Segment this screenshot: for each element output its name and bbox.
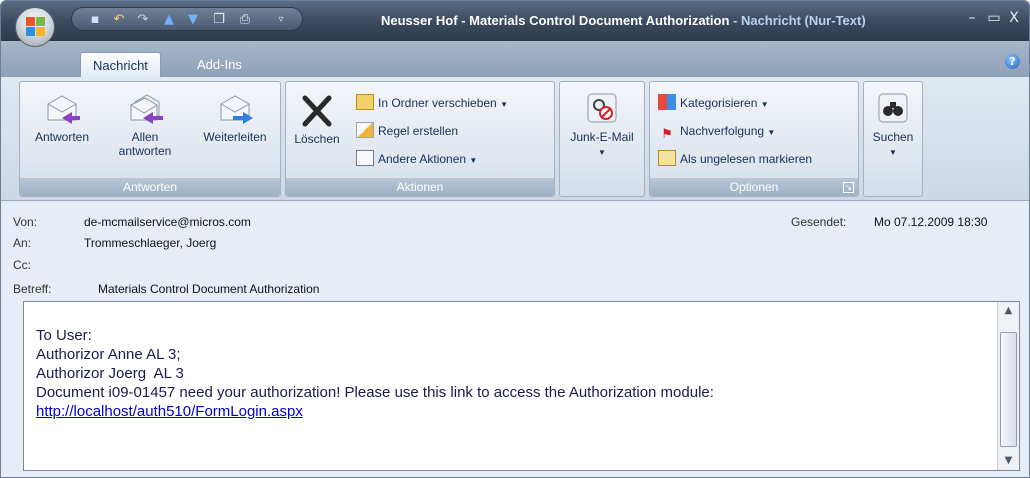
from-value[interactable]: de-mcmailservice@micros.com — [84, 215, 251, 229]
ribbon-tabs: Nachricht Add-Ins ? — [1, 41, 1029, 77]
junk-email-icon — [587, 93, 617, 123]
from-label: Von: — [13, 215, 38, 229]
minimize-button[interactable]: – — [962, 9, 982, 27]
chevron-down-icon: ▼ — [469, 156, 478, 165]
title-bar: ▪ ↶ ↷ ▲ ▼ ❐ ⎙ ▿ Neusser Hof - Materials … — [1, 1, 1029, 41]
vertical-scrollbar[interactable]: ▲ ▼ — [997, 302, 1019, 470]
chevron-down-icon: ▼ — [500, 100, 508, 109]
categorize-icon — [658, 94, 676, 110]
find-label: Suchen — [872, 130, 914, 144]
redo-icon[interactable]: ↷ — [134, 11, 152, 29]
customize-qat-icon[interactable]: ▿ — [272, 11, 290, 29]
junk-email-button[interactable]: Junk-E-Mail ▼ — [562, 92, 642, 160]
reply-all-label-1: Allen — [131, 130, 159, 144]
forward-button[interactable]: Weiterleiten — [192, 92, 278, 144]
next-item-icon[interactable]: ▼ — [184, 11, 202, 29]
create-rule-label: Regel erstellen — [378, 124, 459, 138]
group-optionen: Kategorisieren ▼ ⚑ Nachverfolgung ▼ Als u… — [649, 81, 859, 197]
chevron-down-icon: ▼ — [767, 128, 776, 137]
create-rule-button[interactable]: Regel erstellen — [356, 122, 458, 140]
move-to-folder-label: In Ordner verschieben — [378, 96, 497, 110]
junk-email-label: Junk-E-Mail — [570, 130, 634, 144]
maximize-button[interactable]: ▭ — [984, 9, 1004, 27]
scroll-thumb[interactable] — [1000, 332, 1017, 447]
categorize-button[interactable]: Kategorisieren ▼ — [658, 94, 769, 114]
from-row: Von: de-mcmailservice@micros.com Gesende… — [13, 215, 1023, 233]
body-line-4: Document i09-01457 need your authorizati… — [36, 384, 714, 401]
forward-label: Weiterleiten — [203, 130, 267, 144]
copy-icon[interactable]: ❐ — [210, 11, 228, 29]
close-button[interactable]: X — [1004, 9, 1024, 27]
message-body[interactable]: To User: Authorizor Anne AL 3; Authorizo… — [23, 301, 1020, 471]
reply-button[interactable]: Antworten — [24, 92, 100, 144]
categorize-label: Kategorisieren — [680, 96, 758, 110]
title-mode: Nachricht (Nur-Text) — [740, 13, 866, 28]
chevron-down-icon: ▼ — [760, 100, 769, 109]
other-actions-icon — [356, 150, 374, 166]
title-separator: - — [729, 13, 741, 28]
group-antworten-label: Antworten — [20, 178, 280, 196]
sent-label: Gesendet: — [791, 215, 847, 229]
sent-value: Mo 07.12.2009 18:30 — [874, 215, 988, 229]
message-text: To User: Authorizor Anne AL 3; Authorizo… — [36, 326, 714, 421]
message-header: Von: de-mcmailservice@micros.com Gesende… — [13, 205, 1023, 299]
delete-icon — [302, 95, 332, 127]
flag-icon: ⚑ — [661, 126, 673, 141]
save-icon[interactable]: ▪ — [86, 11, 104, 29]
group-suchen: Suchen ▼ — [863, 81, 923, 197]
follow-up-button[interactable]: ⚑ Nachverfolgung ▼ — [658, 122, 775, 142]
reply-all-label-2: antworten — [118, 144, 172, 158]
undo-icon[interactable]: ↶ — [110, 11, 128, 29]
window-title: Neusser Hof - Materials Control Document… — [381, 13, 866, 28]
rule-icon — [356, 122, 374, 138]
delete-label: Löschen — [294, 132, 340, 146]
office-button[interactable] — [15, 7, 55, 47]
move-folder-icon — [356, 94, 374, 110]
body-line-3: Authorizor Joerg AL 3 — [36, 365, 184, 382]
to-value[interactable]: Trommeschlaeger, Joerg — [84, 236, 216, 250]
title-subject: Neusser Hof - Materials Control Document… — [381, 13, 730, 28]
scroll-down-icon[interactable]: ▼ — [998, 454, 1019, 468]
group-junk: Junk-E-Mail ▼ — [559, 81, 645, 197]
subject-value: Materials Control Document Authorization — [98, 282, 320, 296]
reply-icon — [47, 95, 80, 124]
mark-unread-label: Als ungelesen markieren — [680, 152, 813, 166]
to-label: An: — [13, 236, 32, 250]
mark-unread-icon — [658, 150, 676, 166]
authorization-link[interactable]: http://localhost/auth510/FormLogin.aspx — [36, 403, 303, 420]
dialog-launcher-icon[interactable]: ↘ — [843, 182, 854, 193]
office-logo-icon — [26, 17, 46, 37]
subject-label: Betreff: — [13, 282, 52, 296]
forward-icon — [220, 95, 253, 124]
chevron-down-icon: ▼ — [598, 148, 606, 157]
find-button[interactable]: Suchen ▼ — [866, 92, 920, 160]
move-to-folder-button[interactable]: In Ordner verschieben ▼ — [356, 94, 508, 114]
mark-unread-button[interactable]: Als ungelesen markieren — [658, 150, 812, 168]
print-icon[interactable]: ⎙ — [236, 11, 254, 29]
reply-label: Antworten — [34, 130, 90, 144]
group-antworten: Antworten Allen antworten Weiterleiten A… — [19, 81, 281, 197]
tab-add-ins[interactable]: Add-Ins — [185, 52, 254, 77]
delete-button[interactable]: Löschen — [288, 94, 346, 146]
quick-access-toolbar: ▪ ↶ ↷ ▲ ▼ ❐ ⎙ ▿ — [71, 7, 303, 31]
other-actions-button[interactable]: Andere Aktionen ▼ — [356, 150, 477, 170]
group-aktionen-label: Aktionen — [286, 178, 554, 196]
tab-nachricht[interactable]: Nachricht — [80, 52, 161, 77]
scroll-up-icon[interactable]: ▲ — [998, 304, 1019, 318]
reply-all-button[interactable]: Allen antworten — [108, 92, 182, 158]
cc-label: Cc: — [13, 258, 31, 272]
body-line-1: To User: — [36, 327, 92, 344]
outlook-message-window: ▪ ↶ ↷ ▲ ▼ ❐ ⎙ ▿ Neusser Hof - Materials … — [0, 0, 1030, 478]
chevron-down-icon: ▼ — [889, 148, 897, 157]
group-optionen-label: Optionen — [650, 178, 858, 196]
follow-up-label: Nachverfolgung — [680, 124, 765, 138]
help-icon[interactable]: ? — [1005, 54, 1020, 69]
binoculars-icon — [878, 93, 908, 123]
group-aktionen: Löschen In Ordner verschieben ▼ Regel er… — [285, 81, 555, 197]
reply-all-icon — [130, 94, 163, 124]
other-actions-label: Andere Aktionen — [378, 152, 467, 166]
previous-item-icon[interactable]: ▲ — [160, 11, 178, 29]
body-line-2: Authorizor Anne AL 3; — [36, 346, 181, 363]
ribbon: Antworten Allen antworten Weiterleiten A… — [1, 77, 1029, 201]
